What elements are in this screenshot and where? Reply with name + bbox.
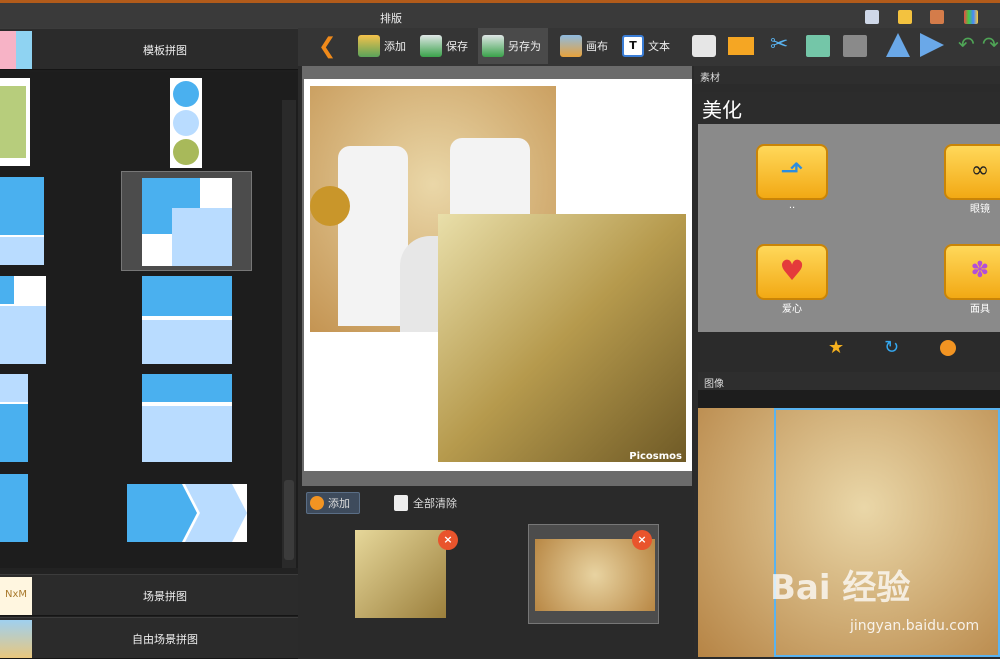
tray-add-button[interactable]: 添加: [306, 492, 360, 514]
player-jersey-50: [338, 146, 408, 326]
palette-icon[interactable]: [964, 10, 978, 24]
avatar-icon[interactable]: [930, 10, 944, 24]
template-tile[interactable]: [0, 276, 46, 364]
add-label: 添加: [384, 40, 406, 53]
add-image-icon: [358, 35, 380, 57]
text-label: 文本: [648, 40, 670, 53]
template-grid: [0, 72, 298, 568]
image-header: 图像: [698, 372, 1000, 390]
remove-icon[interactable]: ×: [438, 530, 458, 550]
material-grid: ⬏ .. ∞ 眼镜 ♥ 爱心 ✽ 面具: [698, 124, 1000, 332]
text-button[interactable]: T 文本: [618, 28, 674, 64]
free-scene-thumb: [0, 620, 32, 658]
back-arrow-icon[interactable]: ❮: [318, 34, 336, 59]
clear-all-button[interactable]: 全部清除: [394, 495, 457, 511]
template-tile[interactable]: [0, 374, 28, 462]
template-tile[interactable]: [0, 78, 30, 166]
material-label: 眼镜: [970, 204, 990, 215]
free-scene-collage-header[interactable]: 自由场景拼图: [0, 617, 298, 659]
scene-thumb: NxM: [0, 577, 32, 615]
canvas-button[interactable]: 画布: [556, 28, 612, 64]
template-tile[interactable]: [0, 177, 44, 265]
material-category[interactable]: 美化: [698, 92, 1000, 124]
print-icon[interactable]: [692, 35, 716, 57]
main-toolbar: ❮ 添加 保存 另存为 画布 T 文本 ✂ ↶ ↷: [298, 28, 1000, 66]
trophy-ball: [310, 186, 350, 226]
material-refresh-icon[interactable]: ↻: [884, 337, 899, 358]
painting-photo[interactable]: Picosmos: [438, 214, 686, 462]
window-title: 排版: [380, 12, 402, 25]
free-scene-collage-label: 自由场景拼图: [132, 633, 198, 646]
scene-collage-header[interactable]: NxM 场景拼图: [0, 574, 298, 616]
template-collage-label: 模板拼图: [143, 44, 187, 57]
copy-icon[interactable]: [806, 35, 830, 57]
cut-icon[interactable]: ✂: [770, 32, 788, 57]
template-panel: 模板拼图 AZ ★ ↻ NxM 场景拼图 自由场景拼图: [0, 28, 298, 659]
template-tile[interactable]: [142, 276, 232, 364]
image-tray: 添加 全部清除 × ×: [302, 486, 692, 657]
picosmos-caption: Picosmos: [629, 451, 682, 462]
title-bar: 排版: [0, 0, 1000, 28]
folder-heart-icon: ♥: [756, 244, 828, 300]
material-item-up[interactable]: ⬏ ..: [756, 144, 828, 211]
template-tile[interactable]: [170, 78, 202, 168]
template-collage-header[interactable]: 模板拼图: [0, 28, 298, 70]
arrow-template-icon: [127, 484, 247, 542]
folder-mask-icon: ✽: [944, 244, 1000, 300]
save-as-button[interactable]: 另存为: [478, 28, 548, 64]
save-icon: [420, 35, 442, 57]
tray-thumb-painting[interactable]: [355, 530, 446, 618]
material-label: ..: [788, 200, 796, 211]
template-tile[interactable]: [127, 484, 247, 542]
flip-horizontal-icon[interactable]: [920, 33, 944, 57]
flip-vertical-icon[interactable]: [886, 33, 910, 57]
baidu-watermark: Bai 经验: [770, 568, 911, 608]
material-item-glasses[interactable]: ∞ 眼镜: [944, 144, 1000, 215]
tray-add-label: 添加: [328, 497, 350, 510]
save-button[interactable]: 保存: [416, 28, 472, 64]
baidu-url: jingyan.baidu.com: [850, 618, 980, 634]
pencil-icon[interactable]: [898, 10, 912, 24]
template-tile[interactable]: [0, 474, 28, 542]
tray-thumb-basketball: [535, 539, 655, 611]
layer-icon[interactable]: [843, 35, 867, 57]
save-label: 保存: [446, 40, 468, 53]
folder-up-arrow-icon: ⬏: [756, 144, 828, 200]
folder-glasses-icon: ∞: [944, 144, 1000, 200]
email-icon[interactable]: [728, 37, 754, 55]
image-preview: [698, 390, 1000, 657]
canvas-label: 画布: [586, 40, 608, 53]
add-circle-icon: [310, 496, 324, 510]
material-item-mask[interactable]: ✽ 面具: [944, 244, 1000, 315]
add-button[interactable]: 添加: [354, 28, 410, 64]
template-scrollbar[interactable]: [282, 100, 296, 600]
scene-collage-label: 场景拼图: [143, 590, 187, 603]
material-item-heart[interactable]: ♥ 爱心: [756, 244, 828, 315]
minimize-icon[interactable]: [865, 10, 879, 24]
clear-all-label: 全部清除: [413, 497, 457, 510]
scroll-thumb[interactable]: [284, 480, 294, 560]
template-thumb: [0, 31, 32, 69]
rotate-right-icon[interactable]: ↷: [982, 32, 999, 56]
save-as-label: 另存为: [508, 40, 541, 53]
template-tile-selected[interactable]: [121, 171, 252, 271]
clear-icon: [394, 495, 408, 511]
material-add-icon[interactable]: [940, 340, 956, 356]
material-header: 素材: [694, 66, 1000, 84]
remove-icon[interactable]: ×: [632, 530, 652, 550]
rotate-left-icon[interactable]: ↶: [958, 32, 975, 56]
canvas-icon: [560, 35, 582, 57]
material-label: 面具: [970, 304, 990, 315]
material-label: 爱心: [782, 304, 802, 315]
material-star-icon[interactable]: ★: [828, 337, 844, 358]
text-icon: T: [622, 35, 644, 57]
nxm-label: NxM: [4, 589, 28, 600]
save-as-icon: [482, 35, 504, 57]
template-tile[interactable]: [142, 374, 232, 462]
